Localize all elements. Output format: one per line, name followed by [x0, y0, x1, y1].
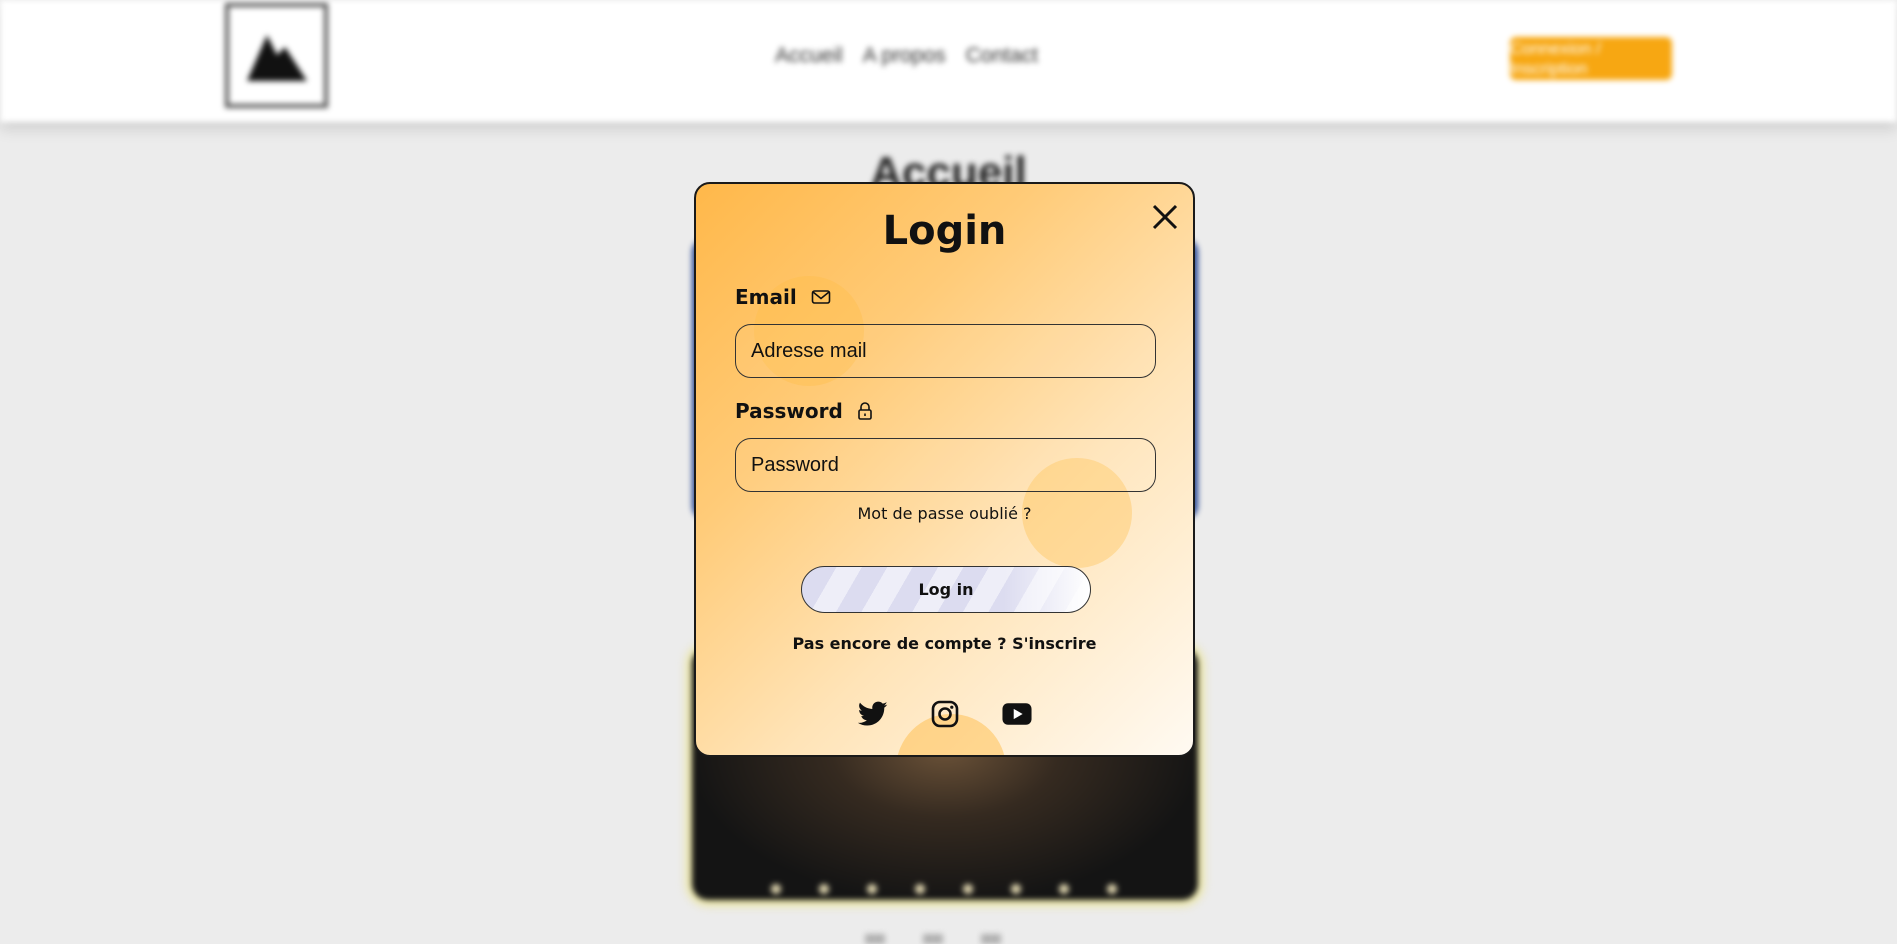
nav-item-accueil[interactable]: Accueil: [775, 44, 843, 68]
twitter-icon: [857, 701, 887, 726]
site-header: Accueil A propos Contact Connexion / Ins…: [0, 0, 1897, 122]
background-footer-text: [865, 934, 1035, 944]
twitter-link[interactable]: [857, 699, 888, 729]
email-field[interactable]: [735, 324, 1156, 378]
forgot-password-link[interactable]: Mot de passe oublié ?: [696, 504, 1193, 523]
youtube-link[interactable]: [1001, 699, 1032, 729]
password-label: Password: [735, 399, 843, 423]
modal-title: Login: [882, 208, 1007, 254]
instagram-link[interactable]: [930, 699, 960, 729]
email-label-row: Email: [735, 285, 831, 309]
password-label-row: Password: [735, 399, 873, 423]
mountain-logo-icon: [247, 35, 307, 81]
login-modal: Login Email Password Mot de passe oublié…: [694, 182, 1195, 757]
close-icon: [1152, 204, 1178, 230]
youtube-icon: [1001, 703, 1032, 725]
email-label: Email: [735, 285, 797, 309]
password-field[interactable]: [735, 438, 1156, 492]
signup-prompt: Pas encore de compte ?: [792, 634, 1007, 653]
lock-icon: [858, 402, 872, 420]
mail-icon: [811, 290, 831, 304]
header-login-button[interactable]: Connexion / Inscription: [1510, 37, 1672, 80]
nav-item-a-propos[interactable]: A propos: [863, 44, 946, 68]
signup-link[interactable]: S'inscrire: [1012, 634, 1096, 653]
nav-item-contact[interactable]: Contact: [966, 44, 1038, 68]
close-button[interactable]: [1150, 202, 1180, 232]
login-submit-button[interactable]: Log in: [801, 566, 1091, 613]
instagram-icon: [931, 700, 958, 728]
site-logo[interactable]: [225, 3, 328, 108]
signup-row: Pas encore de compte ? S'inscrire: [696, 634, 1193, 653]
main-nav: Accueil A propos Contact: [775, 44, 1038, 68]
social-links: [696, 699, 1193, 729]
